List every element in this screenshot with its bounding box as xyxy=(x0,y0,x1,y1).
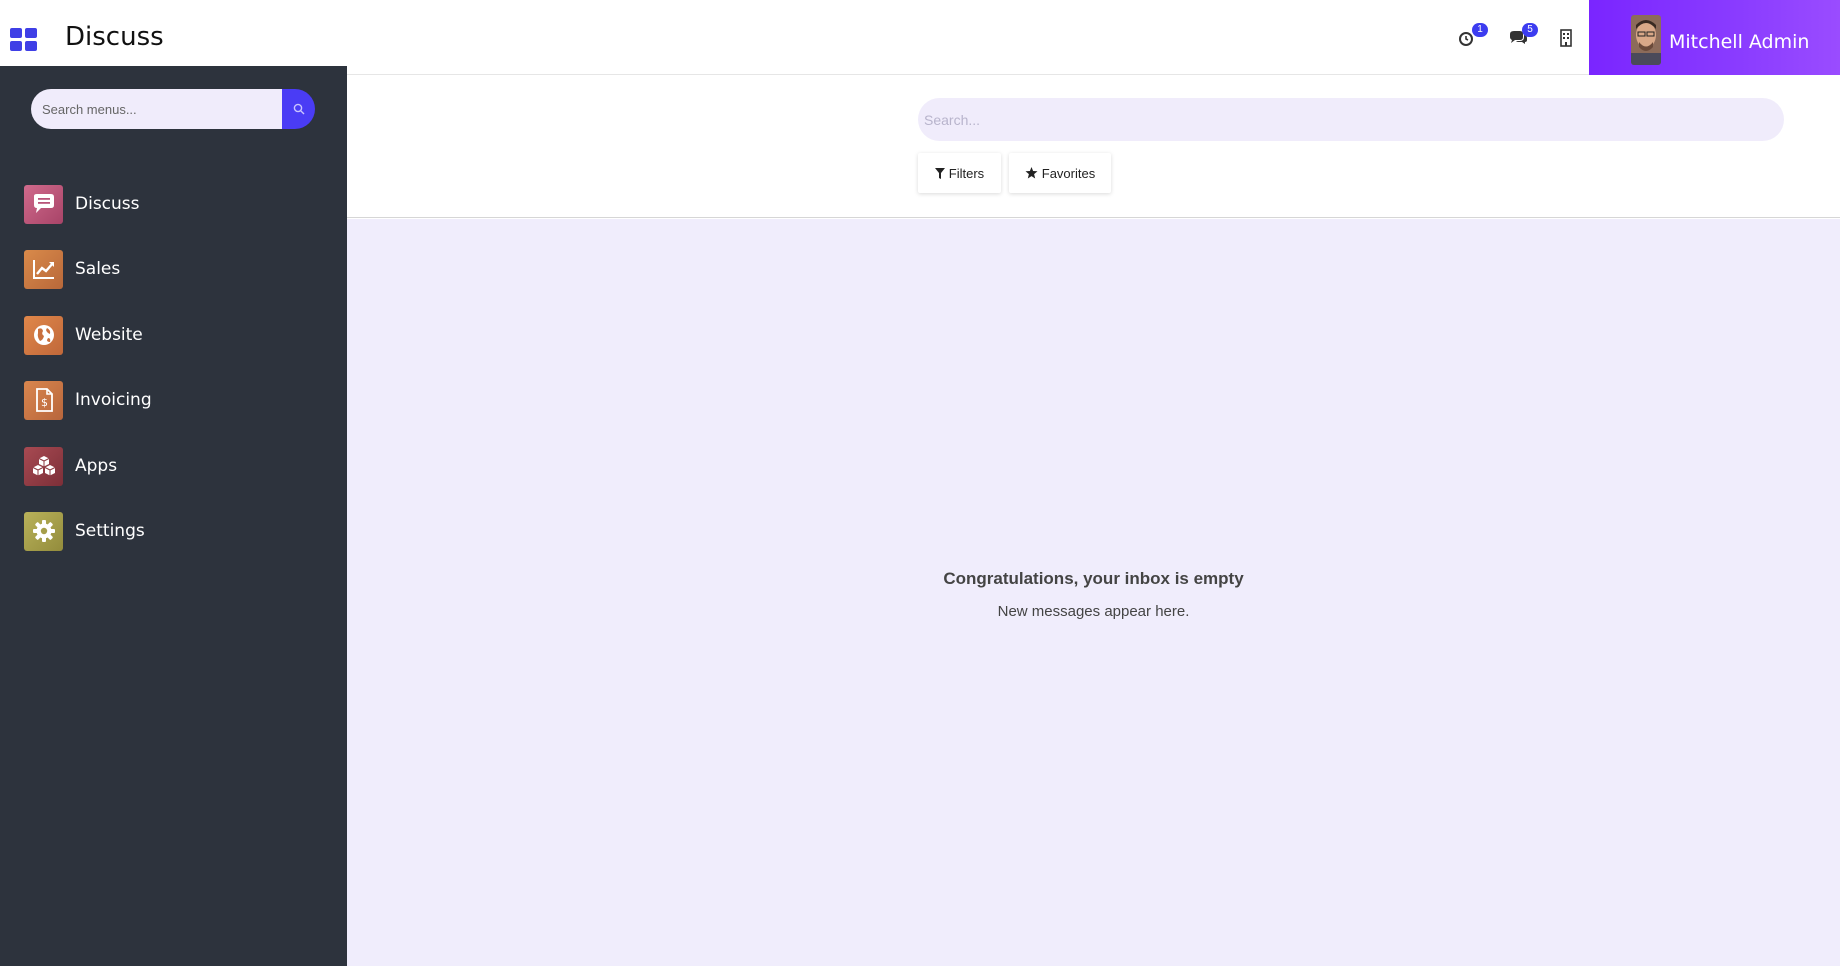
search-icon xyxy=(293,103,304,115)
filters-button[interactable]: Filters xyxy=(918,153,1001,193)
sidebar-item-label: Apps xyxy=(75,456,118,476)
app-title: Discuss xyxy=(65,22,164,52)
sidebar-item-label: Website xyxy=(75,325,143,345)
sidebar-item-label: Settings xyxy=(75,521,145,541)
cubes-icon xyxy=(24,446,63,486)
sidebar-item-apps[interactable]: Apps xyxy=(24,446,324,486)
user-menu[interactable]: Mitchell Admin xyxy=(1589,0,1840,75)
trending-chart-icon xyxy=(24,249,63,289)
menu-search-input[interactable] xyxy=(31,89,283,129)
sidebar-item-invoicing[interactable]: $ Invoicing xyxy=(24,380,324,420)
app-sidebar: Discuss Sales Website $ Invoicing Apps S… xyxy=(0,66,347,966)
company-systray[interactable] xyxy=(1559,28,1579,50)
svg-text:$: $ xyxy=(41,396,48,409)
sidebar-item-label: Invoicing xyxy=(75,390,152,410)
messages-count-badge: 5 xyxy=(1522,23,1538,37)
sidebar-item-sales[interactable]: Sales xyxy=(24,249,324,289)
menu-search-button[interactable] xyxy=(282,89,315,129)
comments-icon[interactable]: 5 xyxy=(1508,23,1538,49)
building-icon[interactable] xyxy=(1559,29,1579,49)
clock-icon[interactable]: 1 xyxy=(1458,23,1488,49)
sidebar-item-discuss[interactable]: Discuss xyxy=(24,184,324,224)
filter-icon xyxy=(934,167,945,179)
user-avatar xyxy=(1631,15,1661,65)
search-input[interactable] xyxy=(918,98,1784,141)
favorites-label: Favorites xyxy=(1041,165,1096,181)
user-name: Mitchell Admin xyxy=(1669,31,1810,53)
filters-label: Filters xyxy=(948,165,985,181)
sidebar-item-settings[interactable]: Settings xyxy=(24,511,324,551)
inbox-content: Congratulations, your inbox is empty New… xyxy=(347,219,1840,966)
sidebar-item-label: Discuss xyxy=(75,194,140,214)
chat-bubble-icon xyxy=(24,184,63,224)
apps-menu-icon[interactable] xyxy=(10,28,37,52)
favorites-button[interactable]: Favorites xyxy=(1009,153,1111,193)
menu-search xyxy=(31,89,315,129)
activity-systray[interactable]: 1 xyxy=(1458,23,1488,50)
globe-icon xyxy=(24,315,63,355)
empty-inbox-title: Congratulations, your inbox is empty xyxy=(943,569,1244,588)
star-icon xyxy=(1025,167,1038,179)
control-panel xyxy=(347,75,1840,218)
sidebar-item-label: Sales xyxy=(75,259,121,279)
activity-count-badge: 1 xyxy=(1472,23,1488,37)
messaging-systray[interactable]: 5 xyxy=(1508,23,1538,50)
gear-icon xyxy=(24,511,63,551)
top-navbar: Discuss 1 5 Mitchell Admin xyxy=(0,0,1840,75)
empty-inbox-subtitle: New messages appear here. xyxy=(997,603,1190,620)
invoice-dollar-icon: $ xyxy=(24,380,63,420)
sidebar-item-website[interactable]: Website xyxy=(24,315,324,355)
